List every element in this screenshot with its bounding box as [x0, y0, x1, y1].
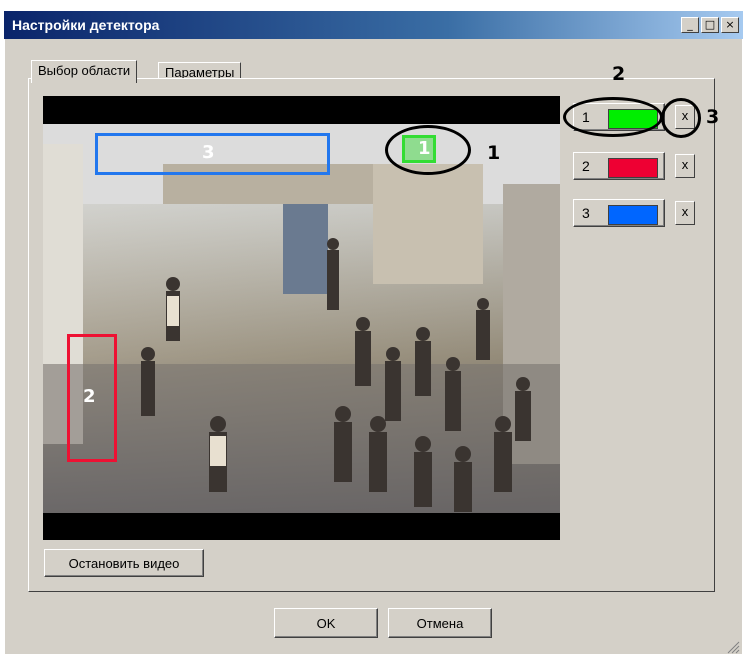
- resize-grip-icon[interactable]: [726, 640, 740, 654]
- airport-scene-image: [43, 124, 560, 513]
- zone-3-color-swatch: [608, 205, 658, 225]
- cancel-button[interactable]: Отмена: [388, 608, 492, 638]
- stop-video-button[interactable]: Остановить видео: [44, 549, 204, 577]
- callout-ring-3: [661, 98, 701, 138]
- tab-area-selection[interactable]: Выбор области: [31, 60, 138, 83]
- ok-button[interactable]: OK: [274, 608, 378, 638]
- callout-ring-1: [385, 125, 471, 175]
- callout-label-3: 3: [706, 106, 720, 128]
- zone-2-color-swatch: [608, 158, 658, 178]
- title-bar[interactable]: Настройки детектора _ □ ×: [4, 11, 743, 39]
- close-button[interactable]: ×: [721, 17, 739, 33]
- zone-2-number: 2: [582, 158, 590, 174]
- zone-3-delete-button[interactable]: x: [675, 201, 695, 225]
- zone-3-number: 3: [582, 205, 590, 221]
- region-3-label: 3: [202, 142, 215, 163]
- zone-2-button[interactable]: 2: [573, 152, 665, 180]
- callout-label-1: 1: [487, 142, 501, 164]
- minimize-button[interactable]: _: [681, 17, 699, 33]
- maximize-button[interactable]: □: [701, 17, 719, 33]
- callout-ring-2: [563, 97, 663, 137]
- window-title: Настройки детектора: [12, 17, 160, 33]
- video-preview[interactable]: 3 2 1: [43, 96, 560, 540]
- video-frame: [43, 124, 560, 513]
- callout-label-2: 2: [612, 63, 626, 85]
- region-2-label: 2: [83, 386, 96, 407]
- zone-3-button[interactable]: 3: [573, 199, 665, 227]
- zone-2-delete-button[interactable]: x: [675, 154, 695, 178]
